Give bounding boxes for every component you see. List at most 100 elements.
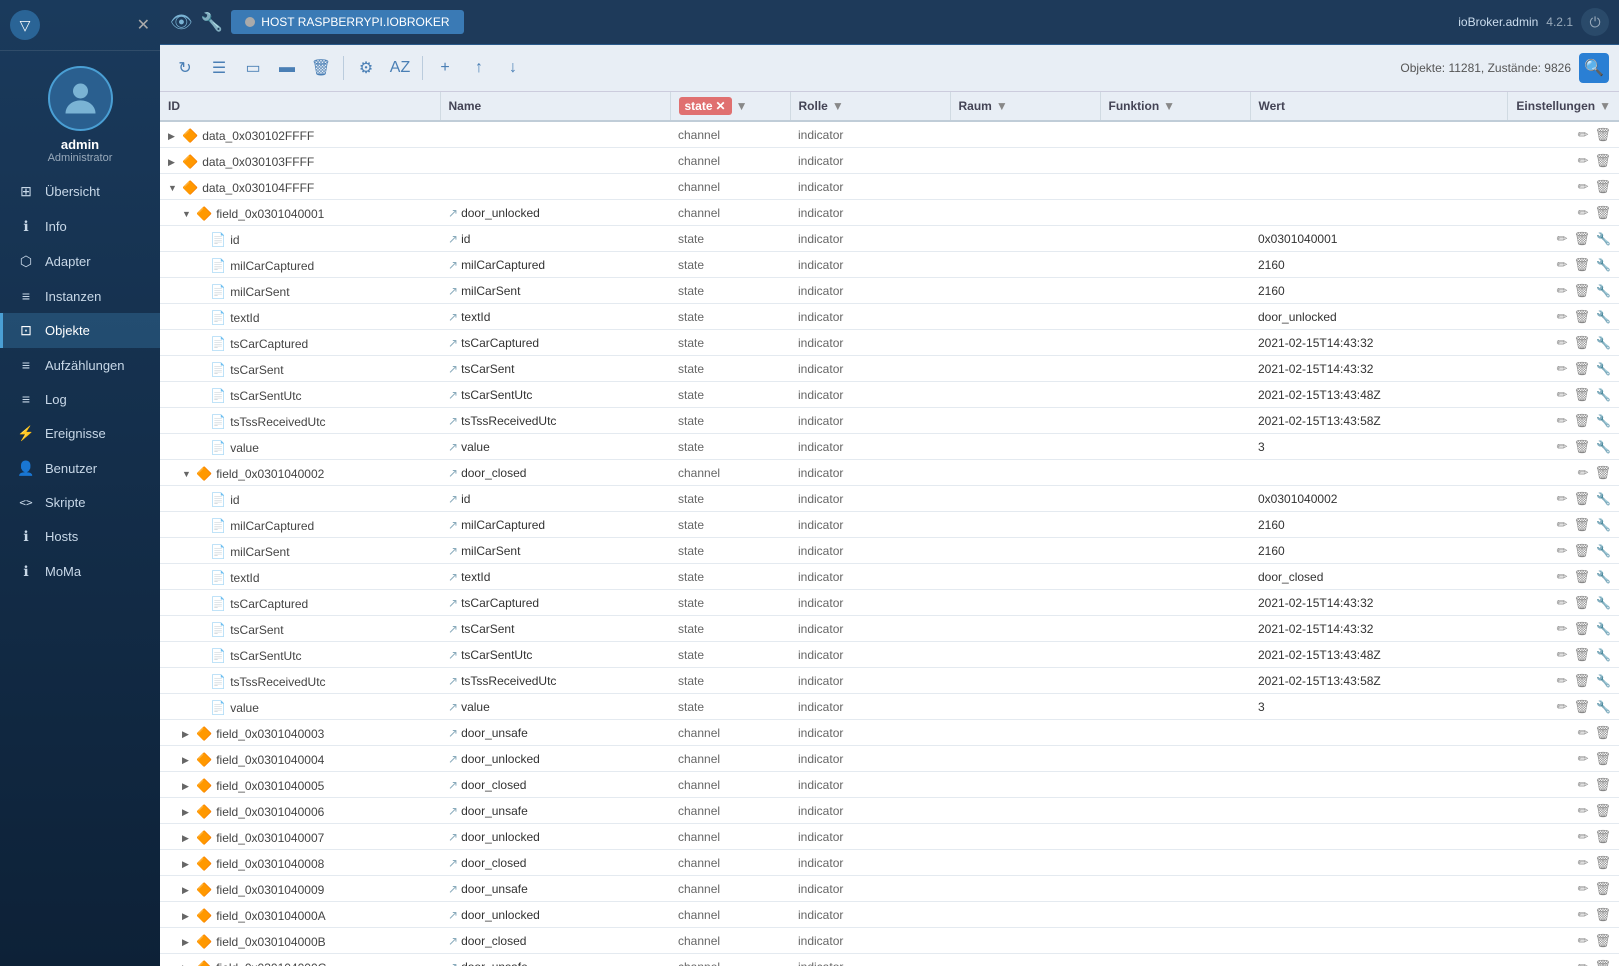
delete-icon[interactable]: 🗑: [1574, 673, 1591, 689]
edit-icon[interactable]: ✏: [1578, 803, 1589, 819]
delete-icon[interactable]: 🗑: [1574, 491, 1591, 507]
add-button[interactable]: +: [430, 53, 460, 83]
delete-icon[interactable]: 🗑: [1574, 647, 1591, 663]
edit-icon[interactable]: ✏: [1578, 829, 1589, 845]
edit-icon[interactable]: ✏: [1578, 881, 1589, 897]
sidebar-item-uebersicht[interactable]: ⊞ Übersicht: [0, 174, 160, 209]
edit-icon[interactable]: ✏: [1557, 309, 1568, 325]
delete-icon[interactable]: 🗑: [1594, 829, 1611, 845]
state-col-dropdown[interactable]: ▼: [736, 99, 748, 113]
expand-icon[interactable]: ▶: [182, 807, 196, 818]
delete-icon[interactable]: 🗑: [1574, 257, 1591, 273]
wrench-icon[interactable]: 🔧: [1596, 700, 1611, 714]
host-button[interactable]: HOST RASPBERRYPI.IOBROKER: [231, 10, 463, 34]
edit-icon[interactable]: ✏: [1578, 855, 1589, 871]
wrench-icon[interactable]: 🔧: [1596, 492, 1611, 506]
edit-icon[interactable]: ✏: [1578, 205, 1589, 221]
wrench-icon[interactable]: 🔧: [1596, 674, 1611, 688]
edit-icon[interactable]: ✏: [1578, 777, 1589, 793]
edit-icon[interactable]: ✏: [1578, 959, 1589, 966]
star-button[interactable]: ⚙: [351, 53, 381, 83]
download-button[interactable]: ↓: [498, 53, 528, 83]
wrench-icon[interactable]: 🔧: [1596, 258, 1611, 272]
sidebar-item-benutzer[interactable]: 👤 Benutzer: [0, 451, 160, 486]
expand-icon[interactable]: ▼: [182, 469, 196, 479]
einstellungen-dropdown[interactable]: ▼: [1599, 99, 1611, 113]
edit-icon[interactable]: ✏: [1578, 933, 1589, 949]
state-filter-tag[interactable]: state ✕: [679, 97, 732, 115]
refresh-button[interactable]: ↻: [170, 53, 200, 83]
delete-icon[interactable]: 🗑: [1574, 699, 1591, 715]
delete-icon[interactable]: 🗑: [1594, 179, 1611, 195]
expand-icon[interactable]: ▶: [182, 911, 196, 922]
sidebar-item-ereignisse[interactable]: ⚡ Ereignisse: [0, 416, 160, 451]
delete-icon[interactable]: 🗑: [1574, 361, 1591, 377]
delete-icon[interactable]: 🗑: [1574, 517, 1591, 533]
edit-icon[interactable]: ✏: [1557, 413, 1568, 429]
sort-button[interactable]: AZ: [385, 53, 415, 83]
edit-icon[interactable]: ✏: [1578, 907, 1589, 923]
edit-icon[interactable]: ✏: [1557, 595, 1568, 611]
expand-icon[interactable]: ▶: [182, 937, 196, 948]
sidebar-item-objekte[interactable]: ⊡ Objekte: [0, 313, 160, 348]
wrench-icon[interactable]: 🔧: [201, 12, 223, 33]
edit-icon[interactable]: ✏: [1578, 751, 1589, 767]
expand-icon[interactable]: ▶: [182, 781, 196, 792]
edit-icon[interactable]: ✏: [1557, 569, 1568, 585]
sidebar-item-adapter[interactable]: ⬡ Adapter: [0, 244, 160, 279]
wrench-icon[interactable]: 🔧: [1596, 570, 1611, 584]
expand-icon[interactable]: ▶: [182, 755, 196, 766]
wrench-icon[interactable]: 🔧: [1596, 388, 1611, 402]
delete-icon[interactable]: 🗑: [1594, 127, 1611, 143]
delete-icon[interactable]: 🗑: [1574, 231, 1591, 247]
edit-icon[interactable]: ✏: [1578, 153, 1589, 169]
edit-icon[interactable]: ✏: [1557, 231, 1568, 247]
expand-icon[interactable]: ▶: [182, 963, 196, 966]
sidebar-item-skripte[interactable]: <> Skripte: [0, 486, 160, 519]
search-button[interactable]: 🔍: [1579, 53, 1609, 83]
delete-icon[interactable]: 🗑: [1594, 933, 1611, 949]
expand-icon[interactable]: ▶: [182, 729, 196, 740]
wrench-icon[interactable]: 🔧: [1596, 284, 1611, 298]
delete-button[interactable]: 🗑: [306, 53, 336, 83]
edit-icon[interactable]: ✏: [1557, 647, 1568, 663]
delete-icon[interactable]: 🗑: [1594, 907, 1611, 923]
delete-icon[interactable]: 🗑: [1594, 725, 1611, 741]
delete-icon[interactable]: 🗑: [1594, 777, 1611, 793]
box2-view-button[interactable]: ▬: [272, 53, 302, 83]
wrench-icon[interactable]: 🔧: [1596, 596, 1611, 610]
delete-icon[interactable]: 🗑: [1594, 855, 1611, 871]
wrench-icon[interactable]: 🔧: [1596, 544, 1611, 558]
wrench-icon[interactable]: 🔧: [1596, 310, 1611, 324]
sidebar-item-hosts[interactable]: ℹ Hosts: [0, 519, 160, 554]
list-view-button[interactable]: ☰: [204, 53, 234, 83]
wrench-icon[interactable]: 🔧: [1596, 622, 1611, 636]
delete-icon[interactable]: 🗑: [1594, 465, 1611, 481]
expand-icon[interactable]: ▶: [182, 833, 196, 844]
edit-icon[interactable]: ✏: [1578, 127, 1589, 143]
edit-icon[interactable]: ✏: [1578, 725, 1589, 741]
expand-icon[interactable]: ▼: [168, 183, 182, 193]
wrench-icon[interactable]: 🔧: [1596, 440, 1611, 454]
sidebar-item-info[interactable]: ℹ Info: [0, 209, 160, 244]
delete-icon[interactable]: 🗑: [1574, 283, 1591, 299]
edit-icon[interactable]: ✏: [1557, 491, 1568, 507]
delete-icon[interactable]: 🗑: [1574, 543, 1591, 559]
power-button[interactable]: ⏻: [1581, 8, 1609, 36]
sidebar-item-aufzaehlungen[interactable]: ≡ Aufzählungen: [0, 348, 160, 382]
delete-icon[interactable]: 🗑: [1594, 153, 1611, 169]
wrench-icon[interactable]: 🔧: [1596, 336, 1611, 350]
edit-icon[interactable]: ✏: [1557, 283, 1568, 299]
edit-icon[interactable]: ✏: [1557, 387, 1568, 403]
delete-icon[interactable]: 🗑: [1594, 803, 1611, 819]
delete-icon[interactable]: 🗑: [1574, 595, 1591, 611]
eye-icon[interactable]: 👁: [170, 12, 193, 33]
delete-icon[interactable]: 🗑: [1574, 569, 1591, 585]
state-filter-close[interactable]: ✕: [716, 99, 726, 113]
delete-icon[interactable]: 🗑: [1574, 309, 1591, 325]
edit-icon[interactable]: ✏: [1557, 439, 1568, 455]
wrench-icon[interactable]: 🔧: [1596, 518, 1611, 532]
wrench-icon[interactable]: 🔧: [1596, 362, 1611, 376]
expand-icon[interactable]: ▶: [168, 131, 182, 142]
edit-icon[interactable]: ✏: [1557, 621, 1568, 637]
